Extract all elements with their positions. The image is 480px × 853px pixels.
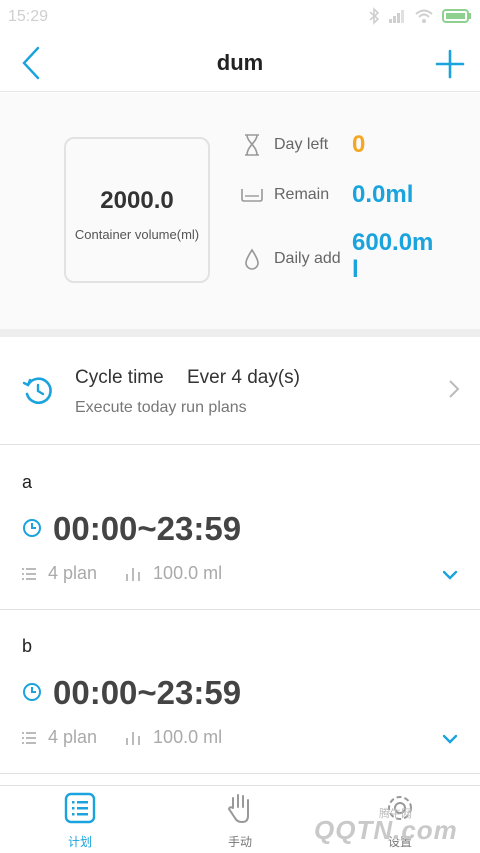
plan-meta: 4 plan 100.0 ml <box>22 563 222 584</box>
container-volume-card: 2000.0 Container volume(ml) <box>64 137 210 283</box>
remain-label: Remain <box>274 186 330 203</box>
list-icon <box>22 566 36 582</box>
plan-card[interactable]: b 00:00~23:59 4 plan 100.0 ml <box>0 610 480 774</box>
daily-add-value-line1: 600.0m <box>352 229 434 256</box>
list-icon <box>22 730 36 746</box>
wifi-icon <box>415 9 433 23</box>
remain-row: Remain 0.0ml <box>240 181 413 208</box>
cycle-title: Cycle time <box>75 367 164 388</box>
daily-add-value: 600.0m l <box>352 229 433 283</box>
daily-add-row: Daily add 600.0m l <box>240 229 433 283</box>
hourglass-icon <box>240 133 264 157</box>
bar-chart-icon <box>125 566 141 582</box>
plan-volume: 100.0 ml <box>153 563 223 583</box>
battery-icon <box>442 9 471 23</box>
container-icon <box>240 183 264 207</box>
container-summary: 2000.0 Container volume(ml) Day left 0 R… <box>0 93 480 329</box>
daily-add-label: Daily add <box>274 250 341 267</box>
section-divider <box>0 329 480 337</box>
status-time: 15:29 <box>8 8 49 25</box>
plan-name: b <box>22 636 33 656</box>
plan-time-range: 00:00~23:59 <box>53 674 242 711</box>
plan-count: 4 plan <box>48 727 98 747</box>
cycle-time-row[interactable]: Cycle time Ever 4 day(s) Execute today r… <box>0 337 480 445</box>
chevron-down-icon[interactable] <box>442 570 458 580</box>
bar-chart-icon <box>125 730 141 746</box>
chevron-down-icon[interactable] <box>442 734 458 744</box>
add-button[interactable] <box>430 44 470 84</box>
day-left-row: Day left 0 <box>240 131 365 158</box>
status-icons <box>368 7 472 25</box>
clock-icon <box>23 519 41 537</box>
day-left-label: Day left <box>274 136 329 153</box>
remain-value: 0.0ml <box>352 181 414 208</box>
status-bar: 15:29 <box>0 0 480 34</box>
chevron-right-icon <box>449 380 460 398</box>
signal-icon <box>389 10 404 23</box>
tab-plan-label: 计划 <box>67 835 92 849</box>
watermark-logo: QQTN.com <box>314 815 458 845</box>
plan-list-icon <box>64 792 96 824</box>
plus-icon <box>435 49 465 79</box>
watermark: 腾牛网 QQTN.com <box>274 795 474 853</box>
cycle-value: Ever 4 day(s) <box>187 367 300 388</box>
cycle-subtitle: Execute today run plans <box>75 399 247 416</box>
plan-meta: 4 plan 100.0 ml <box>22 727 222 748</box>
plan-volume: 100.0 ml <box>153 727 223 747</box>
bluetooth-icon <box>369 7 380 25</box>
clock-icon <box>23 683 41 701</box>
cycle-timer-icon <box>22 377 52 404</box>
hand-icon <box>227 794 249 824</box>
plan-time-range: 00:00~23:59 <box>53 510 242 547</box>
water-drop-icon <box>240 247 264 271</box>
plan-count: 4 plan <box>48 563 98 583</box>
plan-name: a <box>22 472 33 492</box>
page-title: dum <box>216 50 264 75</box>
day-left-value: 0 <box>352 131 366 158</box>
container-volume-label: Container volume(ml) <box>74 227 200 242</box>
container-volume-value: 2000.0 <box>100 187 174 214</box>
app-header: dum <box>0 34 480 92</box>
plan-card[interactable]: a 00:00~23:59 4 plan 100.0 ml <box>0 446 480 610</box>
daily-add-value-line2: l <box>352 256 359 283</box>
tab-plan[interactable]: 计划 <box>30 792 130 850</box>
